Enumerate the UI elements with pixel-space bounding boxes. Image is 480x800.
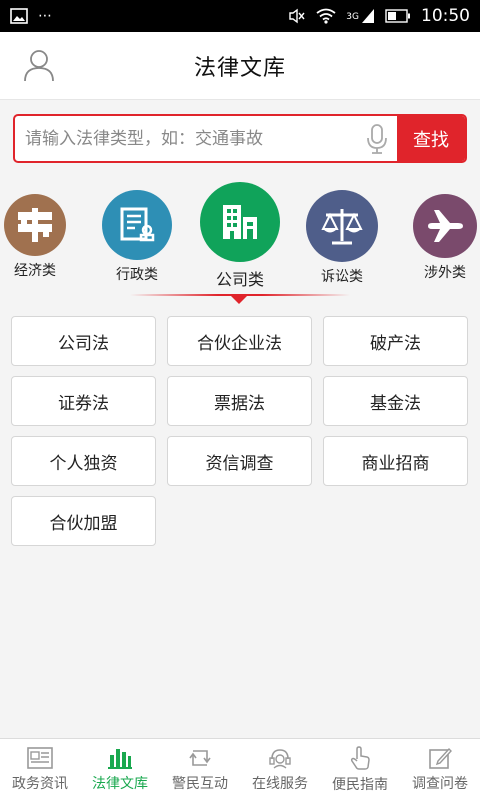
- law-button[interactable]: 票据法: [167, 376, 312, 426]
- tab-interaction[interactable]: 警民互动: [160, 739, 240, 800]
- status-bar: ⋯ 3G 10:50: [0, 0, 480, 32]
- exchange-icon: [189, 749, 211, 766]
- microphone-icon: [367, 123, 387, 154]
- tab-label: 在线服务: [252, 775, 308, 792]
- category-label: 公司类: [215, 270, 264, 289]
- tab-label: 便民指南: [332, 776, 388, 793]
- wifi-icon: [316, 8, 336, 24]
- law-button[interactable]: 商业招商: [323, 436, 468, 486]
- airplane-icon: [413, 194, 477, 258]
- category-foreign[interactable]: 涉外类: [412, 194, 478, 282]
- mute-icon: [289, 8, 305, 24]
- category-label: 涉外类: [424, 265, 466, 281]
- category-administrative[interactable]: 行政类: [101, 190, 173, 284]
- category-label: 经济类: [14, 263, 56, 279]
- law-button[interactable]: 公司法: [11, 316, 156, 366]
- image-notification-icon: [10, 8, 28, 24]
- document-stamp-icon: [102, 190, 172, 260]
- hand-pointer-icon: [350, 745, 370, 770]
- tab-label: 政务资讯: [12, 775, 68, 792]
- law-button[interactable]: 基金法: [323, 376, 468, 426]
- bottom-tab-bar: 政务资讯 法律文库 警民互动 在线服务 便民指南 调查问卷: [0, 738, 480, 800]
- law-button[interactable]: 合伙加盟: [11, 496, 156, 546]
- category-indicator-arrow: [230, 295, 248, 304]
- user-avatar-icon[interactable]: [22, 48, 56, 82]
- signal-icon: [362, 9, 374, 23]
- newspaper-icon: [27, 746, 53, 769]
- app-header: 法律文库: [0, 32, 480, 100]
- battery-icon: [385, 9, 410, 23]
- tab-online-service[interactable]: 在线服务: [240, 739, 320, 800]
- category-label: 行政类: [116, 267, 158, 283]
- network-type: 3G: [346, 12, 359, 22]
- tab-news[interactable]: 政务资讯: [0, 739, 80, 800]
- status-time: 10:50: [421, 6, 470, 26]
- category-carousel[interactable]: 经济类 行政类 公司类 诉讼类 涉外类: [0, 182, 480, 292]
- headset-icon: [269, 748, 291, 769]
- law-button[interactable]: 资信调查: [167, 436, 312, 486]
- category-company[interactable]: 公司类: [200, 182, 280, 290]
- dollar-icon: [4, 194, 66, 256]
- tab-label: 警民互动: [172, 775, 228, 792]
- category-label: 诉讼类: [321, 269, 363, 285]
- scales-icon: [306, 190, 378, 262]
- law-button[interactable]: 破产法: [323, 316, 468, 366]
- law-button[interactable]: 证券法: [11, 376, 156, 426]
- law-button[interactable]: 个人独资: [11, 436, 156, 486]
- tab-guide[interactable]: 便民指南: [320, 739, 400, 800]
- search-input[interactable]: [15, 116, 357, 161]
- tab-survey[interactable]: 调查问卷: [400, 739, 480, 800]
- law-list: 公司法 合伙企业法 破产法 证券法 票据法 基金法 个人独资 资信调查 商业招商…: [11, 316, 469, 546]
- edit-form-icon: [429, 747, 452, 769]
- search-bar: 查找: [13, 114, 467, 163]
- category-litigation[interactable]: 诉讼类: [306, 190, 378, 286]
- voice-input-button[interactable]: [357, 116, 397, 161]
- search-button[interactable]: 查找: [397, 116, 465, 161]
- page-title: 法律文库: [193, 55, 286, 81]
- category-economic[interactable]: 经济类: [3, 194, 67, 280]
- books-icon: [108, 748, 132, 769]
- tab-label: 法律文库: [92, 775, 148, 792]
- tab-label: 调查问卷: [412, 775, 468, 792]
- more-notifications-icon: ⋯: [38, 8, 52, 24]
- tab-law-library[interactable]: 法律文库: [80, 739, 160, 800]
- law-button[interactable]: 合伙企业法: [167, 316, 312, 366]
- building-icon: [200, 182, 280, 262]
